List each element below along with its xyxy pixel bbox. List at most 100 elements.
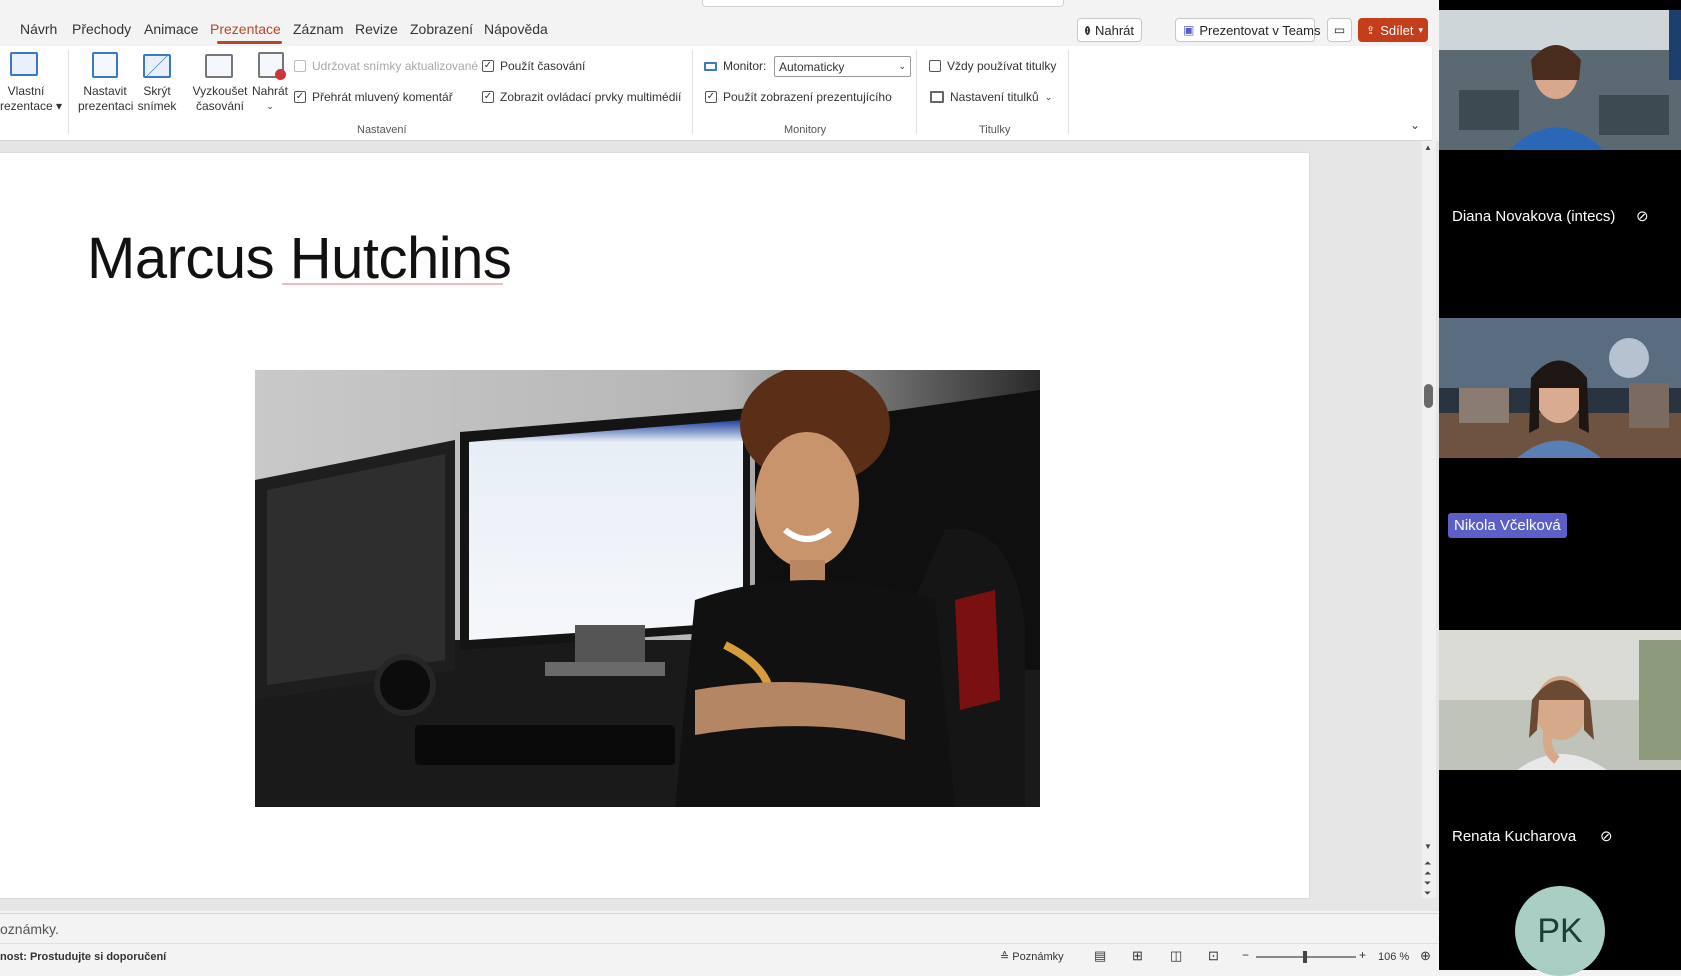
checkmark-icon: ✓ <box>294 91 306 103</box>
tab-record[interactable]: Záznam <box>293 21 344 37</box>
record-slideshow-icon <box>258 52 286 80</box>
photo-illustration <box>255 370 1040 807</box>
rehearse-label-1: Vyzkoušet <box>192 84 248 98</box>
search-box[interactable] <box>702 0 1064 7</box>
use-timings-label: Použít časování <box>500 59 586 73</box>
next-slide-icon[interactable]: ⏷ ⏷ <box>1424 878 1431 898</box>
ribbon-separator <box>68 50 69 134</box>
share-button[interactable]: ⇪ Sdílet ▾ <box>1358 18 1428 42</box>
share-button-label: Sdílet <box>1380 22 1414 38</box>
active-tab-indicator <box>217 41 282 44</box>
vertical-scrollbar[interactable] <box>1422 141 1436 898</box>
always-use-subtitles-checkbox[interactable]: Vždy používat titulky <box>929 59 1056 73</box>
tab-transitions[interactable]: Přechody <box>72 21 131 37</box>
chevron-down-icon: ⌄ <box>898 61 906 71</box>
rehearse-timings-button[interactable]: Vyzkoušet časování <box>190 84 250 114</box>
powerpoint-window: Návrh Přechody Animace Prezentace Záznam… <box>0 0 1439 970</box>
scroll-up-icon[interactable]: ▲ <box>1424 143 1432 152</box>
checkmark-icon: ✓ <box>482 60 494 72</box>
tab-review[interactable]: Revize <box>355 21 398 37</box>
setup-show-icon <box>92 52 118 78</box>
ribbon-collapse-icon[interactable]: ⌄ <box>1410 118 1420 132</box>
rehearse-label-2: časování <box>195 99 245 113</box>
record-slideshow-button[interactable]: Nahrát ⌄ <box>250 84 290 114</box>
setup-show-button[interactable]: Nastavit prezentaci <box>78 84 133 114</box>
always-use-subtitles-label: Vždy používat titulky <box>947 59 1057 73</box>
ribbon-separator <box>1068 50 1069 134</box>
record-slideshow-label: Nahrát <box>251 84 289 98</box>
use-presenter-view-checkbox[interactable]: ✓ Použít zobrazení prezentujícího <box>705 90 892 104</box>
checkbox-box <box>294 60 306 72</box>
monitor-label: Monitor: <box>723 59 767 73</box>
present-in-teams-button[interactable]: ▣ Prezentovat v Teams <box>1175 18 1321 42</box>
zoom-in-icon[interactable]: + <box>1359 948 1366 962</box>
zoom-slider-thumb[interactable] <box>1303 951 1307 963</box>
comments-button[interactable]: ▭ <box>1327 18 1352 42</box>
share-icon: ⇪ <box>1366 24 1376 37</box>
scrollbar-thumb[interactable] <box>1424 384 1433 408</box>
participant-video-1[interactable] <box>1439 10 1681 150</box>
participant-video-2[interactable] <box>1439 318 1681 458</box>
setup-show-label-1: Nastavit <box>83 84 127 98</box>
video-frame <box>1439 318 1681 458</box>
monitor-select-value: Automaticky <box>779 59 845 74</box>
subtitle-settings-icon <box>930 91 944 103</box>
monitor-select[interactable]: Automaticky ⌄ <box>774 56 911 77</box>
custom-show-label-2: rezentace ▾ <box>0 99 62 113</box>
monitor-field: Monitor: <box>704 59 766 73</box>
show-media-controls-checkbox[interactable]: ✓ Zobrazit ovládací prvky multimédií <box>482 90 681 104</box>
tab-view[interactable]: Zobrazení <box>410 21 473 37</box>
hide-slide-button[interactable]: Skrýt snímek <box>136 84 178 114</box>
show-media-controls-label: Zobrazit ovládací prvky multimédií <box>500 90 682 104</box>
tab-slideshow[interactable]: Prezentace <box>210 21 281 37</box>
present-in-teams-label: Prezentovat v Teams <box>1199 22 1321 38</box>
participant-tile-diana[interactable]: Diana Novakova (intecs) ⊘ <box>1439 150 1681 318</box>
checkmark-icon: ✓ <box>705 91 717 103</box>
use-presenter-view-label: Použít zobrazení prezentujícího <box>723 90 892 104</box>
notes-placeholder: oznámky. <box>0 921 59 937</box>
zoom-out-icon[interactable]: − <box>1242 948 1249 962</box>
participant-name-highlighted: Nikola Včelková <box>1448 513 1567 538</box>
tab-help[interactable]: Nápověda <box>484 21 548 37</box>
checkmark-icon: ✓ <box>482 91 494 103</box>
monitor-icon <box>704 61 717 71</box>
slide-sorter-icon[interactable]: ⊞ <box>1132 948 1143 964</box>
participant-tile-nikola[interactable] <box>1439 458 1681 630</box>
custom-show-label-1: Vlastní <box>7 84 45 98</box>
accessibility-status[interactable]: nost: Prostudujte si doporučení <box>0 951 166 963</box>
custom-show-icon <box>10 52 38 76</box>
custom-show-button[interactable]: Vlastní rezentace ▾ <box>0 84 62 114</box>
tab-design[interactable]: Návrh <box>20 21 57 37</box>
video-frame <box>1439 10 1681 150</box>
slide-photo[interactable] <box>255 370 1040 807</box>
normal-view-icon[interactable]: ▤ <box>1094 948 1106 964</box>
fit-to-window-icon[interactable]: ⊕ <box>1420 948 1431 964</box>
comment-icon: ▭ <box>1333 23 1346 37</box>
play-narration-checkbox[interactable]: ✓ Přehrát mluvený komentář <box>294 90 453 104</box>
use-timings-checkbox[interactable]: ✓ Použít časování <box>482 59 585 73</box>
record-button[interactable]: Nahrát <box>1077 18 1142 42</box>
status-bar: nost: Prostudujte si doporučení ≙ Poznám… <box>0 943 1439 970</box>
reading-view-icon[interactable]: ◫ <box>1170 948 1182 964</box>
zoom-level[interactable]: 106 % <box>1378 951 1409 963</box>
chevron-down-icon: ⌄ <box>266 101 274 111</box>
slide-title[interactable]: Marcus Hutchins <box>87 225 512 292</box>
hide-slide-label-2: snímek <box>137 99 177 113</box>
rehearse-timings-icon <box>205 54 233 78</box>
notes-toggle-button[interactable]: ≙ Poznámky <box>1000 950 1064 963</box>
scroll-down-icon[interactable]: ▼ <box>1424 842 1432 851</box>
slideshow-view-icon[interactable]: ⊡ <box>1208 948 1219 964</box>
previous-slide-icon[interactable]: ⏶ ⏶ <box>1424 858 1431 878</box>
mic-muted-icon: ⊘ <box>1600 828 1613 845</box>
video-frame <box>1439 630 1681 770</box>
keep-slides-updated-checkbox[interactable]: Udržovat snímky aktualizované <box>294 59 478 73</box>
tab-animations[interactable]: Animace <box>144 21 198 37</box>
subtitle-settings-button[interactable]: Nastavení titulků ⌄ <box>930 90 1052 104</box>
notes-pane[interactable]: oznámky. <box>0 913 1439 944</box>
participant-video-3[interactable] <box>1439 630 1681 770</box>
spellcheck-underline <box>282 283 503 285</box>
group-label-subtitles: Titulky <box>979 124 1011 136</box>
keep-slides-updated-label: Udržovat snímky aktualizované <box>312 59 479 73</box>
ribbon-separator <box>692 50 693 134</box>
participant-tile-renata[interactable]: Renata Kucharova ⊘ <box>1439 770 1681 884</box>
